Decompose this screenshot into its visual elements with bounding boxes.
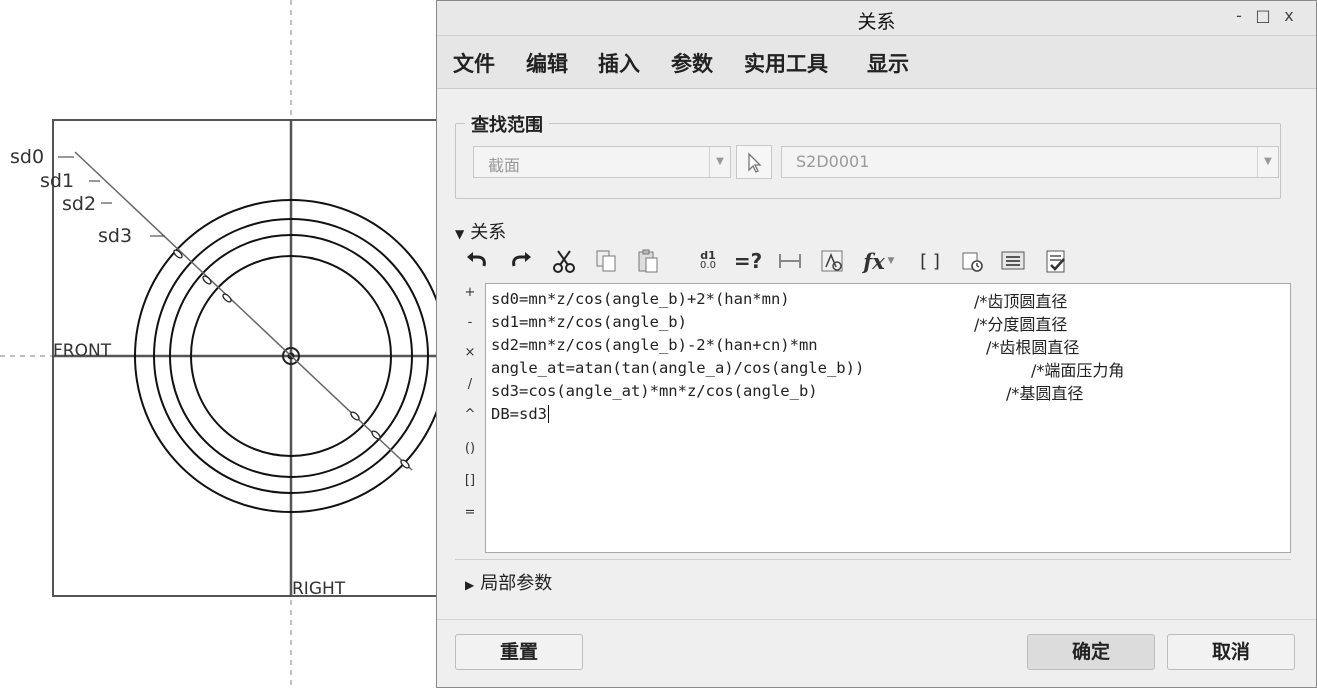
power-operator-button[interactable]: ^ [457, 407, 483, 422]
relation-line-code: sd1=mn*z/cos(angle_b) [491, 313, 687, 331]
relations-section-header[interactable]: ▼ 关系 [455, 218, 506, 244]
section-divider [455, 559, 1291, 560]
select-object-button[interactable] [736, 145, 772, 179]
dimension-arrow [202, 275, 212, 285]
chevron-down-icon: ▼ [1257, 147, 1278, 177]
plus-operator-button[interactable]: + [457, 285, 483, 300]
relation-line-comment: /*齿根圆直径 [986, 338, 1080, 357]
search-scope-legend: 查找范围 [465, 111, 549, 137]
multiply-operator-button[interactable]: × [457, 345, 483, 360]
dimension-arrow [371, 430, 381, 440]
expand-triangle-icon: ▶ [465, 578, 475, 592]
minimize-button[interactable]: - [1230, 6, 1248, 25]
sketch-canvas[interactable]: sd0 sd1 sd2 sd3 FRONT RIGHT [0, 0, 454, 688]
relation-line-comment: /*分度圆直径 [974, 315, 1068, 334]
relation-line-code: sd0=mn*z/cos(angle_b)+2*(han*mn) [491, 290, 790, 308]
relation-line-code: sd3=cos(angle_at)*mn*z/cos(angle_b) [491, 382, 818, 400]
expand-triangle-icon: ▼ [455, 227, 465, 241]
menu-file[interactable]: 文件 [453, 48, 495, 78]
local-params-section-header[interactable]: ▶ 局部参数 [465, 569, 552, 595]
cut-icon[interactable] [547, 244, 581, 278]
title-bar[interactable]: 关系 - □ x [437, 1, 1316, 36]
relation-line-code: DB=sd3 [491, 405, 549, 423]
menu-utilities[interactable]: 实用工具 [744, 48, 828, 78]
cancel-button[interactable]: 取消 [1167, 634, 1295, 670]
cursor-arrow-icon [748, 152, 762, 173]
ok-button[interactable]: 确定 [1027, 634, 1155, 670]
sort-icon[interactable] [955, 244, 989, 278]
relations-toolbar: d1 0.0 =? fx ▼ [ ] [455, 244, 1295, 280]
relations-editor[interactable]: sd0=mn*z/cos(angle_b)+2*(han*mn) /*齿顶圆直径… [485, 283, 1291, 553]
dialog-title: 关系 [857, 11, 896, 33]
local-params-label: 局部参数 [480, 573, 553, 594]
sd1-label: sd1 [40, 170, 74, 192]
right-label: RIGHT [292, 579, 346, 599]
evaluate-icon[interactable]: =? [731, 244, 765, 278]
dimension-icon[interactable] [773, 244, 807, 278]
relations-dialog: 关系 - □ x 文件 编辑 插入 参数 实用工具 显示 查找范围 截面 ▼ S… [436, 0, 1317, 688]
menu-insert[interactable]: 插入 [598, 48, 640, 78]
reset-button[interactable]: 重置 [455, 634, 583, 670]
sd2-label: sd2 [62, 193, 96, 215]
chevron-down-icon[interactable]: ▼ [883, 244, 899, 278]
maximize-button[interactable]: □ [1254, 6, 1272, 25]
chevron-down-icon: ▼ [709, 147, 730, 177]
dimension-arrow [350, 411, 360, 421]
minus-operator-button[interactable]: - [457, 315, 483, 330]
menu-bar: 文件 编辑 插入 参数 实用工具 显示 [437, 36, 1316, 89]
verify-icon[interactable] [1039, 244, 1073, 278]
relations-section-label: 关系 [470, 222, 507, 243]
sd3-label: sd3 [98, 225, 132, 247]
sd0-label: sd0 [10, 146, 44, 168]
object-name-select[interactable]: S2D0001 ▼ [781, 146, 1279, 178]
parentheses-icon[interactable]: [ ] [913, 244, 947, 278]
object-type-select[interactable]: 截面 ▼ [473, 146, 731, 178]
relation-line-comment: /*齿顶圆直径 [974, 292, 1068, 311]
front-label: FRONT [53, 341, 112, 361]
menu-display[interactable]: 显示 [867, 48, 909, 78]
menu-edit[interactable]: 编辑 [526, 48, 568, 78]
object-type-value: 截面 [488, 156, 521, 175]
parentheses-operator-button[interactable]: () [457, 441, 483, 456]
relation-line-code: angle_at=atan(tan(angle_a)/cos(angle_b)) [491, 359, 865, 377]
menu-parameters[interactable]: 参数 [671, 48, 713, 78]
switch-dimensions-icon[interactable]: d1 0.0 [691, 244, 725, 278]
parameter-table-icon[interactable] [815, 244, 849, 278]
sketch-drawing: sd0 sd1 sd2 sd3 FRONT RIGHT [0, 0, 454, 688]
dimension-arrow [173, 249, 183, 259]
relation-line-comment: /*基圆直径 [1006, 384, 1084, 403]
redo-icon[interactable] [503, 244, 537, 278]
close-button[interactable]: x [1280, 6, 1298, 25]
show-icon[interactable] [997, 244, 1031, 278]
undo-icon[interactable] [461, 244, 495, 278]
relation-line-code: sd2=mn*z/cos(angle_b)-2*(han+cn)*mn [491, 336, 818, 354]
equals-operator-button[interactable]: = [457, 505, 483, 520]
brackets-operator-button[interactable]: [] [457, 473, 483, 488]
paste-icon[interactable] [631, 244, 665, 278]
dimension-diagonal [74, 151, 413, 471]
object-name-value: S2D0001 [796, 152, 870, 171]
relation-line-comment: /*端面压力角 [1031, 361, 1125, 380]
text-cursor [548, 405, 549, 423]
dimension-arrow [222, 293, 232, 303]
footer-divider [437, 619, 1316, 620]
copy-icon[interactable] [589, 244, 623, 278]
divide-operator-button[interactable]: / [457, 377, 483, 392]
